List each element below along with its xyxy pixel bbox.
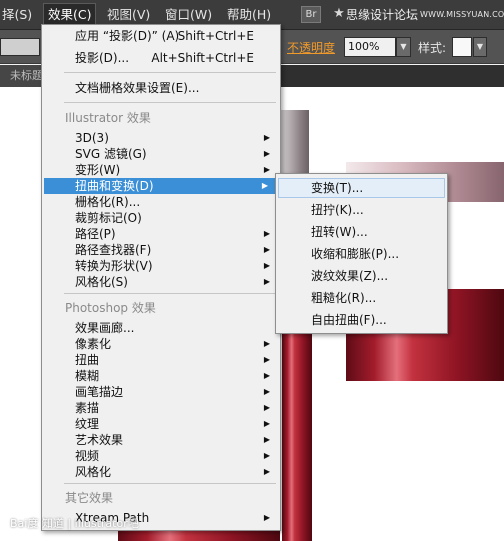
style-label: 样式: bbox=[418, 41, 447, 55]
stroke-swatch[interactable] bbox=[0, 38, 40, 56]
menu-divider bbox=[64, 293, 276, 294]
shortcut-label: Alt+Shift+Ctrl+E bbox=[151, 51, 254, 65]
submenu-arrow-icon: ▶ bbox=[263, 451, 270, 460]
menu-item-label: 扭曲和变换(D) bbox=[75, 179, 154, 193]
submenu-arrow-icon: ▶ bbox=[263, 467, 270, 476]
menu-item-stylize[interactable]: 风格化(S) ▶ bbox=[42, 274, 280, 290]
submenu-arrow-icon: ▶ bbox=[263, 229, 270, 238]
chevron-down-icon[interactable]: ▼ bbox=[473, 37, 487, 57]
chevron-down-icon[interactable]: ▼ bbox=[396, 37, 411, 57]
menu-item-rasterize[interactable]: 栅格化(R)... bbox=[42, 194, 280, 210]
menu-item-label: 像素化 bbox=[75, 337, 112, 351]
forum-watermark: 思缘设计论坛 bbox=[346, 8, 419, 22]
menu-item-label: 扭曲 bbox=[75, 353, 100, 367]
submenu-item-roughen[interactable]: 粗糙化(R)... bbox=[278, 288, 445, 308]
menu-item-texture[interactable]: 纹理 ▶ bbox=[42, 416, 280, 432]
section-illustrator-effects: Illustrator 效果 bbox=[65, 111, 151, 125]
distort-transform-submenu: 变换(T)... 扭拧(K)... 扭转(W)... 收缩和膨胀(P)... 波… bbox=[275, 173, 448, 334]
menu-item-label: 应用 “投影(D)” (A) bbox=[75, 29, 180, 43]
menu-item-path[interactable]: 路径(P) ▶ bbox=[42, 226, 280, 242]
submenu-arrow-icon: ▶ bbox=[263, 387, 270, 396]
section-photoshop-effects: Photoshop 效果 bbox=[65, 301, 156, 315]
submenu-item-tweak[interactable]: 扭拧(K)... bbox=[278, 200, 445, 220]
bridge-icon[interactable]: Br bbox=[301, 6, 321, 23]
submenu-item-zig-zag[interactable]: 波纹效果(Z)... bbox=[278, 266, 445, 286]
menu-view[interactable]: 视图(V) bbox=[103, 4, 154, 26]
submenu-arrow-icon: ▶ bbox=[263, 435, 270, 444]
menu-item-pathfinder[interactable]: 路径查找器(F) ▶ bbox=[42, 242, 280, 258]
menu-item-pixelate[interactable]: 像素化 ▶ bbox=[42, 336, 280, 352]
menu-item-drop-shadow[interactable]: 投影(D)... Alt+Shift+Ctrl+E bbox=[42, 50, 280, 66]
menu-item-ps-stylize[interactable]: 风格化 ▶ bbox=[42, 464, 280, 480]
submenu-arrow-icon: ▶ bbox=[263, 403, 270, 412]
submenu-item-pucker-bloat[interactable]: 收缩和膨胀(P)... bbox=[278, 244, 445, 264]
menu-item-crop-marks[interactable]: 裁剪标记(O) bbox=[42, 210, 280, 226]
submenu-arrow-icon: ▶ bbox=[263, 133, 270, 142]
submenu-item-twist[interactable]: 扭转(W)... bbox=[278, 222, 445, 242]
section-other-effects: 其它效果 bbox=[65, 491, 114, 505]
menu-item-label: SVG 滤镜(G) bbox=[75, 147, 147, 161]
menu-divider bbox=[64, 483, 276, 484]
menu-item-brush-strokes[interactable]: 画笔描边 ▶ bbox=[42, 384, 280, 400]
menu-item-label: 素描 bbox=[75, 401, 100, 415]
submenu-arrow-icon: ▶ bbox=[263, 355, 270, 364]
menu-item-label: 路径(P) bbox=[75, 227, 116, 241]
submenu-arrow-icon: ▶ bbox=[263, 277, 270, 286]
menu-item-label: 画笔描边 bbox=[75, 385, 124, 399]
submenu-item-transform[interactable]: 变换(T)... bbox=[278, 178, 445, 198]
menu-item-distort-transform[interactable]: 扭曲和变换(D) ▶ bbox=[44, 178, 278, 194]
menu-item-label: 投影(D)... bbox=[75, 51, 130, 65]
menu-item-label: 纹理 bbox=[75, 417, 100, 431]
menu-item-apply-last-effect[interactable]: 应用 “投影(D)” (A) Shift+Ctrl+E bbox=[42, 28, 280, 44]
menu-item-label: 模糊 bbox=[75, 369, 100, 383]
red-cylinder-left bbox=[282, 333, 312, 541]
star-icon[interactable]: ★ bbox=[331, 5, 347, 23]
baidu-watermark: Bai度 知道 | Illustrator吧 bbox=[10, 517, 139, 530]
menu-divider bbox=[64, 102, 276, 103]
submenu-arrow-icon: ▶ bbox=[261, 181, 268, 190]
menu-item-convert-to-shape[interactable]: 转换为形状(V) ▶ bbox=[42, 258, 280, 274]
submenu-arrow-icon: ▶ bbox=[263, 165, 270, 174]
menu-item-label: 转换为形状(V) bbox=[75, 259, 153, 273]
menu-item-label: 艺术效果 bbox=[75, 433, 124, 447]
menu-item-label: 3D(3) bbox=[75, 131, 109, 145]
menu-item-label: 路径查找器(F) bbox=[75, 243, 152, 257]
effects-menu: 应用 “投影(D)” (A) Shift+Ctrl+E 投影(D)... Alt… bbox=[41, 24, 281, 531]
menu-item-raster-settings[interactable]: 文档栅格效果设置(E)... bbox=[42, 80, 280, 96]
document-tab[interactable]: 未标题 bbox=[0, 65, 44, 87]
menu-item-sketch[interactable]: 素描 ▶ bbox=[42, 400, 280, 416]
submenu-item-free-distort[interactable]: 自由扭曲(F)... bbox=[278, 310, 445, 330]
menu-item-label: 视频 bbox=[75, 449, 100, 463]
menu-effects[interactable]: 效果(C) bbox=[42, 3, 97, 27]
submenu-arrow-icon: ▶ bbox=[263, 261, 270, 270]
menu-item-video[interactable]: 视频 ▶ bbox=[42, 448, 280, 464]
opacity-input[interactable]: 100% bbox=[344, 37, 396, 57]
style-swatch[interactable] bbox=[452, 37, 472, 57]
menu-window[interactable]: 窗口(W) bbox=[161, 4, 216, 26]
menu-item-artistic[interactable]: 艺术效果 ▶ bbox=[42, 432, 280, 448]
menu-item-svg-filters[interactable]: SVG 滤镜(G) ▶ bbox=[42, 146, 280, 162]
menu-item-distort[interactable]: 扭曲 ▶ bbox=[42, 352, 280, 368]
opacity-label[interactable]: 不透明度 bbox=[287, 39, 335, 56]
menu-divider bbox=[64, 72, 276, 73]
menu-item-blur[interactable]: 模糊 ▶ bbox=[42, 368, 280, 384]
submenu-arrow-icon: ▶ bbox=[263, 245, 270, 254]
menu-item-3d[interactable]: 3D(3) ▶ bbox=[42, 130, 280, 146]
menu-select[interactable]: 择(S) bbox=[0, 4, 36, 26]
menu-item-label: 变形(W) bbox=[75, 163, 121, 177]
forum-watermark-url: WWW.MISSYUAN.COM bbox=[420, 10, 504, 19]
submenu-arrow-icon: ▶ bbox=[263, 149, 270, 158]
menu-help[interactable]: 帮助(H) bbox=[223, 4, 275, 26]
menu-item-effect-gallery[interactable]: 效果画廊... bbox=[42, 320, 280, 336]
submenu-arrow-icon: ▶ bbox=[263, 371, 270, 380]
menu-item-label: 风格化(S) bbox=[75, 275, 128, 289]
menu-item-warp[interactable]: 变形(W) ▶ bbox=[42, 162, 280, 178]
submenu-arrow-icon: ▶ bbox=[263, 339, 270, 348]
submenu-arrow-icon: ▶ bbox=[263, 513, 270, 522]
menu-item-label: 风格化 bbox=[75, 465, 112, 479]
submenu-arrow-icon: ▶ bbox=[263, 419, 270, 428]
shortcut-label: Shift+Ctrl+E bbox=[177, 29, 254, 43]
